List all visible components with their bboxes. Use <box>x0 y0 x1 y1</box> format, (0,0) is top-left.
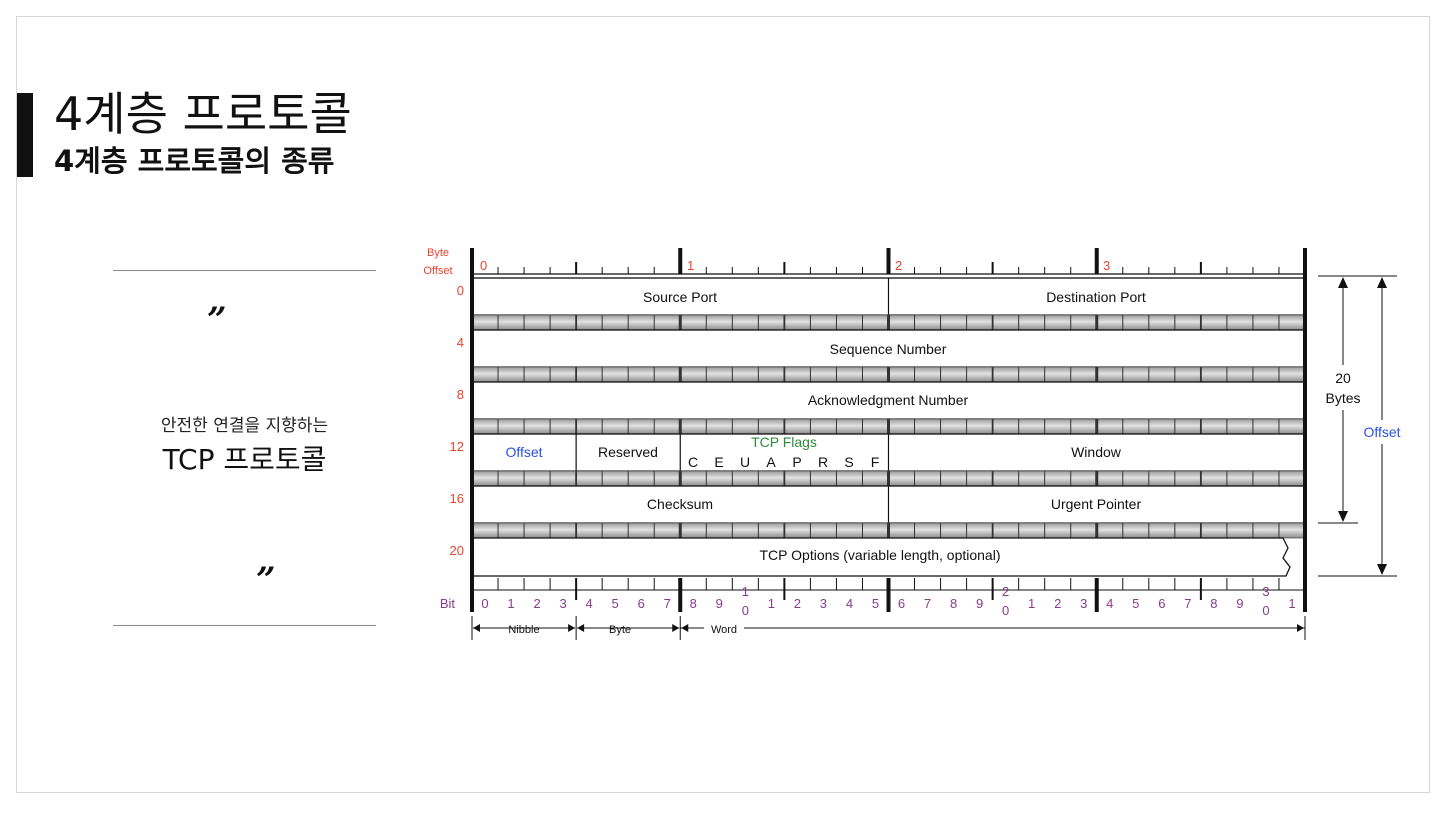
flag-p: P <box>792 454 801 470</box>
bit-number-9: 9 <box>716 596 723 611</box>
byte-number-0: 0 <box>480 258 487 273</box>
bit-number-15: 5 <box>872 596 879 611</box>
bit-label: Bit <box>440 596 456 611</box>
bit-number-19: 9 <box>976 596 983 611</box>
bit-number-30-tens: 3 <box>1262 584 1269 599</box>
bit-number-12: 2 <box>794 596 801 611</box>
flag-c: C <box>688 454 698 470</box>
field-tcp-flags-label: TCP Flags <box>751 434 817 450</box>
flag-a: A <box>766 454 776 470</box>
bit-number-0: 0 <box>481 596 488 611</box>
nibble-arrow-left <box>473 624 480 632</box>
bit-number-10-tens: 1 <box>742 584 749 599</box>
row-offset-20: 20 <box>450 543 464 558</box>
bit-number-18: 8 <box>950 596 957 611</box>
bit-number-8: 8 <box>690 596 697 611</box>
bit-number-5: 5 <box>612 596 619 611</box>
row-offset-4: 4 <box>457 335 464 350</box>
bit-number-6: 6 <box>638 596 645 611</box>
bit-number-4: 4 <box>586 596 593 611</box>
side-20-arrow-up <box>1338 277 1348 288</box>
bit-number-1: 1 <box>507 596 514 611</box>
field-urgent-pointer: Urgent Pointer <box>1051 496 1142 512</box>
flag-r: R <box>818 454 828 470</box>
bit-number-30-ones: 0 <box>1262 603 1269 618</box>
bit-number-31: 1 <box>1288 596 1295 611</box>
bit-number-22: 2 <box>1054 596 1061 611</box>
bit-number-20-tens: 2 <box>1002 584 1009 599</box>
bit-number-29: 9 <box>1236 596 1243 611</box>
row-offset-12: 12 <box>450 439 464 454</box>
legend-nibble: Nibble <box>508 624 539 636</box>
side-offset-label: Offset <box>1363 424 1400 440</box>
bit-number-3: 3 <box>559 596 566 611</box>
bit-number-2: 2 <box>533 596 540 611</box>
row-offset-16: 16 <box>450 491 464 506</box>
flag-e: E <box>714 454 723 470</box>
bit-number-23: 3 <box>1080 596 1087 611</box>
bit-number-20-ones: 0 <box>1002 603 1009 618</box>
side-bytes-label: Bytes <box>1325 390 1360 406</box>
bit-number-16: 6 <box>898 596 905 611</box>
bit-number-25: 5 <box>1132 596 1139 611</box>
side-offset-arrow-up <box>1377 277 1387 288</box>
flag-u: U <box>740 454 750 470</box>
row-offset-0: 0 <box>457 283 464 298</box>
nibble-arrow-right <box>568 624 576 632</box>
field-sequence-number: Sequence Number <box>830 341 947 357</box>
legend-byte: Byte <box>609 624 631 636</box>
bit-number-21: 1 <box>1028 596 1035 611</box>
field-checksum: Checksum <box>647 496 713 512</box>
field-reserved: Reserved <box>598 444 658 460</box>
bit-number-28: 8 <box>1210 596 1217 611</box>
flag-s: S <box>844 454 853 470</box>
row-offset-8: 8 <box>457 387 464 402</box>
byte-number-3: 3 <box>1103 258 1110 273</box>
bit-number-14: 4 <box>846 596 853 611</box>
byte-arrow-right <box>672 624 680 632</box>
field-tcp-options: TCP Options (variable length, optional) <box>760 547 1001 563</box>
field-offset: Offset <box>505 444 542 460</box>
bit-number-10-ones: 0 <box>742 603 749 618</box>
byte-number-2: 2 <box>895 258 902 273</box>
bit-number-7: 7 <box>664 596 671 611</box>
legend-word: Word <box>711 624 737 636</box>
byte-number-1: 1 <box>687 258 694 273</box>
bit-number-26: 6 <box>1158 596 1165 611</box>
field-window: Window <box>1071 444 1122 460</box>
field-destination-port: Destination Port <box>1046 289 1146 305</box>
side-20-label: 20 <box>1335 370 1351 386</box>
word-arrow-left <box>681 624 689 632</box>
flag-f: F <box>871 454 880 470</box>
tcp-header-diagram: Byte Offset 0 1 2 3 0 4 8 12 16 20 Sourc… <box>423 247 1401 640</box>
byte-offset-label-2: Offset <box>423 265 452 277</box>
bit-number-11: 1 <box>768 596 775 611</box>
bit-number-24: 4 <box>1106 596 1113 611</box>
byte-offset-label-1: Byte <box>427 247 449 259</box>
bit-number-17: 7 <box>924 596 931 611</box>
bit-number-27: 7 <box>1184 596 1191 611</box>
word-arrow-right <box>1297 624 1304 632</box>
field-source-port: Source Port <box>643 289 717 305</box>
side-20-arrow-down <box>1338 511 1348 522</box>
field-acknowledgment-number: Acknowledgment Number <box>808 392 969 408</box>
byte-arrow-left <box>577 624 585 632</box>
bit-number-13: 3 <box>820 596 827 611</box>
side-offset-arrow-down <box>1377 564 1387 575</box>
